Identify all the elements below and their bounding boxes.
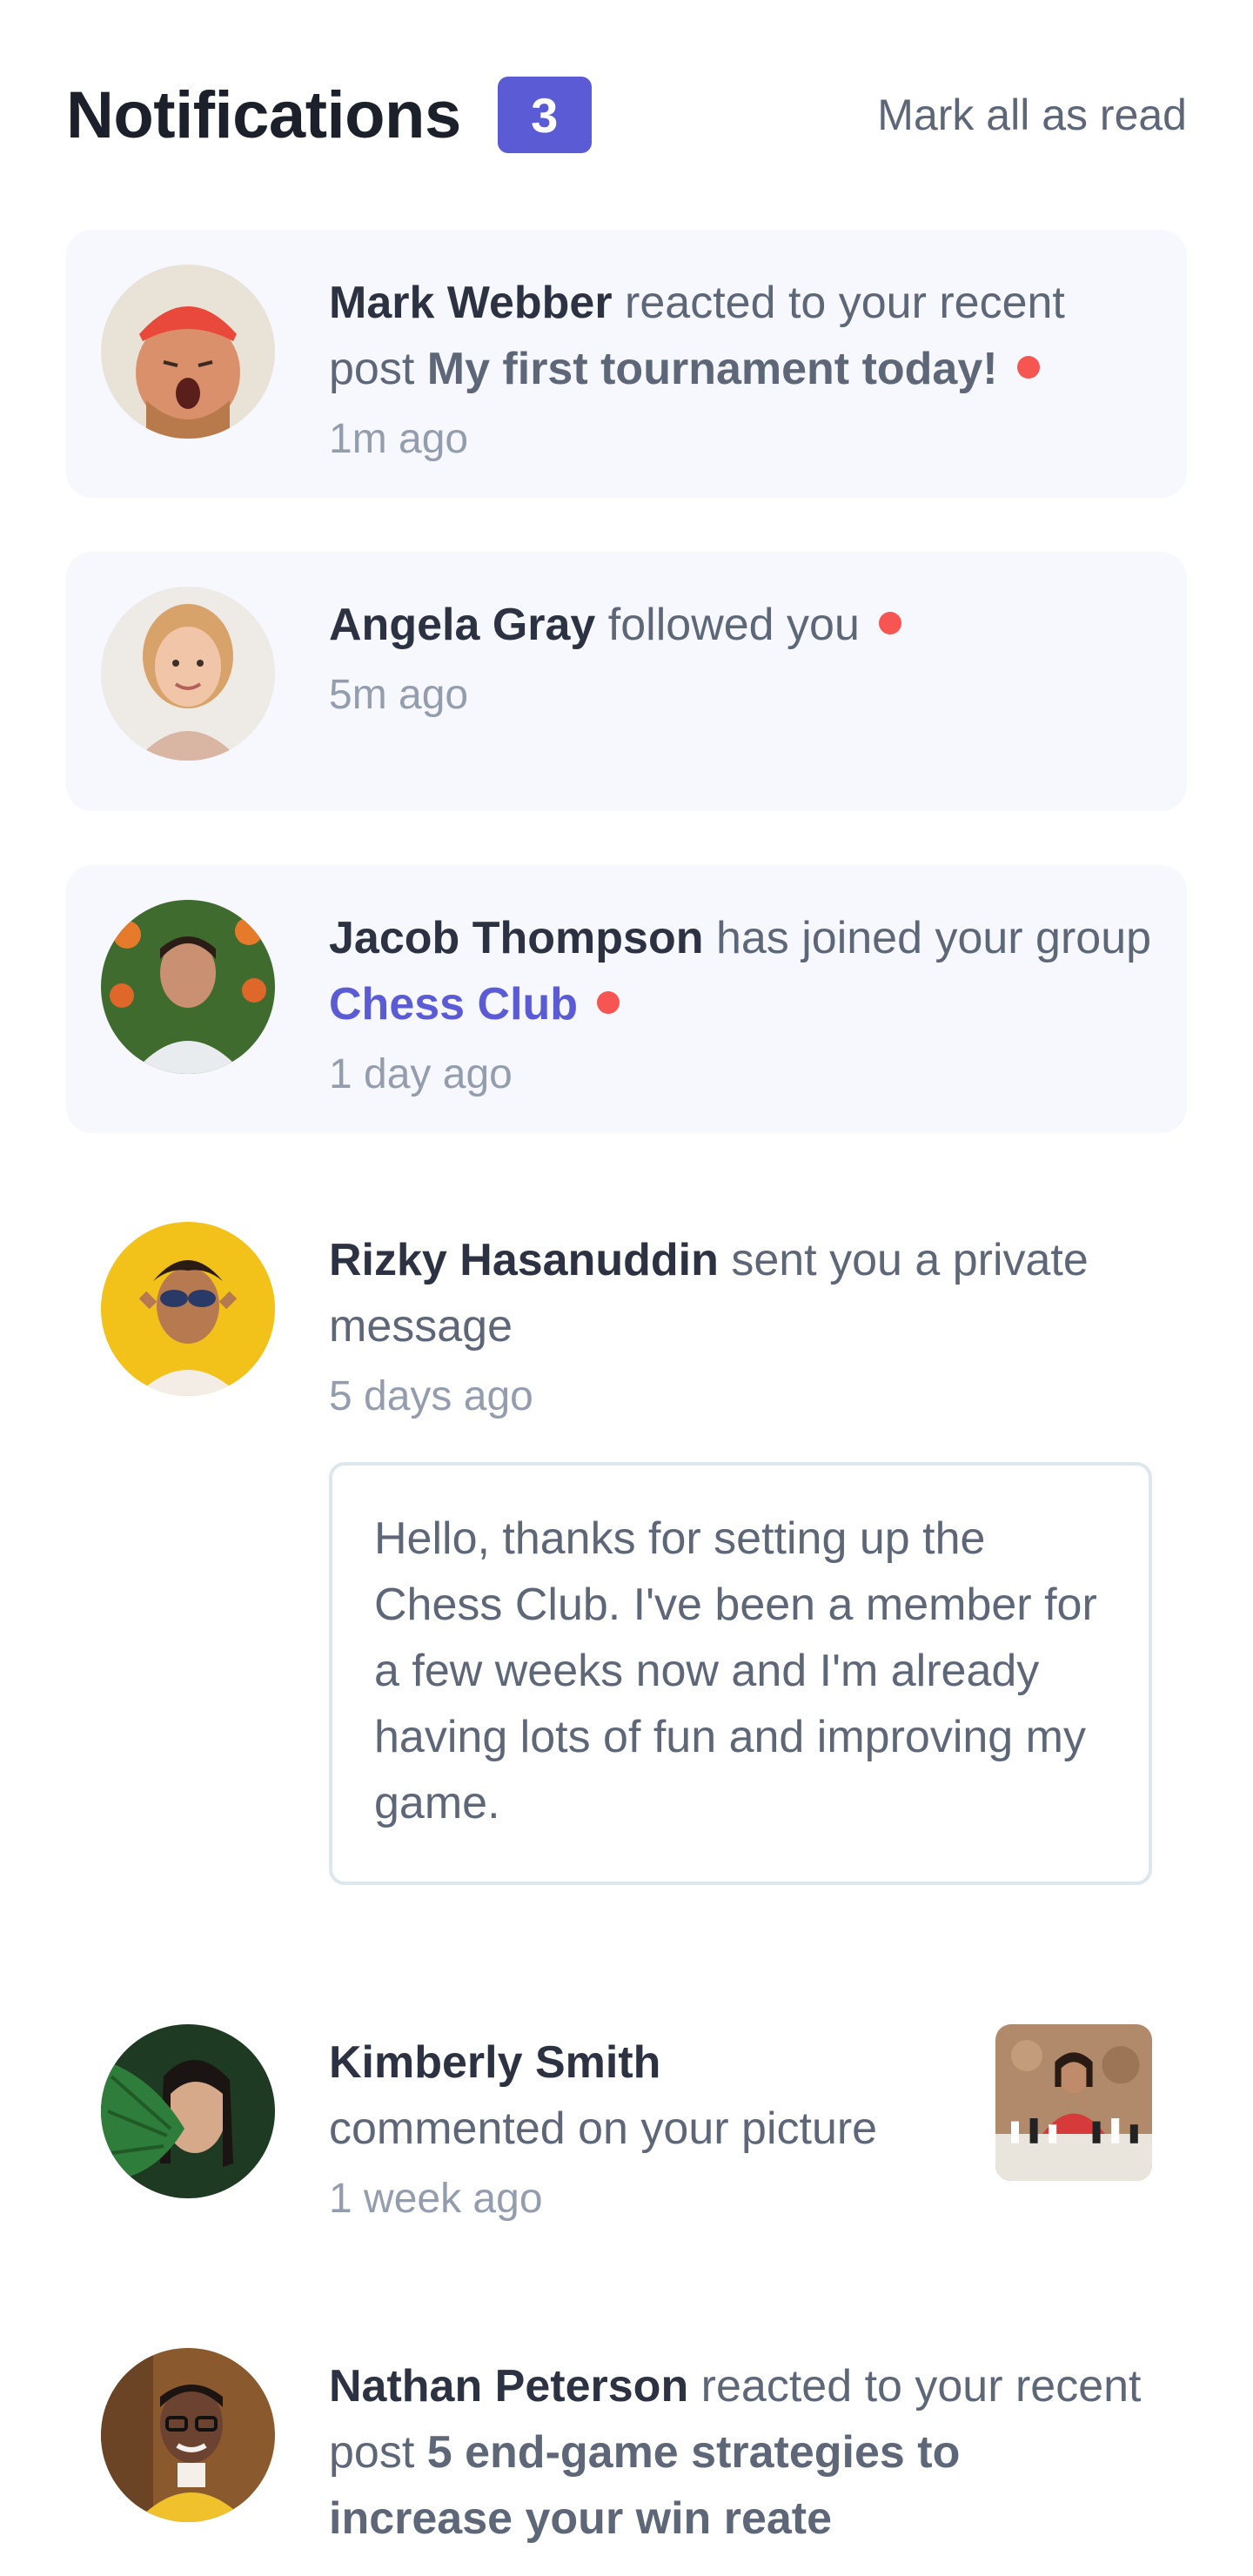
- group-link[interactable]: Chess Club: [329, 979, 578, 1030]
- notification-time: 1 day ago: [329, 1051, 513, 1097]
- header-title-group: Notifications 3: [66, 77, 592, 153]
- notification-item[interactable]: Angela Gray followed you 5m ago: [66, 552, 1187, 811]
- notification-text: Jacob Thompson has joined your group Che…: [329, 905, 1152, 1037]
- notification-item[interactable]: Rizky Hasanuddin sent you a private mess…: [66, 1187, 1187, 1935]
- notification-time: 5m ago: [329, 672, 469, 718]
- unread-dot-icon: [1016, 356, 1040, 379]
- notification-text: Mark Webber reacted to your recent post …: [329, 270, 1152, 402]
- notification-action: has joined your group: [715, 913, 1152, 963]
- notification-item[interactable]: Mark Webber reacted to your recent post …: [66, 230, 1187, 498]
- user-name-link[interactable]: Kimberly Smith: [329, 2037, 660, 2088]
- notification-time: 5 days ago: [329, 1373, 533, 1419]
- notification-text: Rizky Hasanuddin sent you a private mess…: [329, 1227, 1152, 1359]
- notification-time: 1m ago: [329, 416, 469, 462]
- notification-text: Nathan Peterson reacted to your recent p…: [329, 2353, 1152, 2552]
- avatar-kimberly-smith[interactable]: [101, 2024, 275, 2198]
- page-title: Notifications: [66, 77, 461, 152]
- unread-dot-icon: [597, 991, 620, 1014]
- user-name-link[interactable]: Angela Gray: [329, 600, 595, 650]
- user-name-link[interactable]: Mark Webber: [329, 278, 613, 328]
- avatar-mark-webber[interactable]: [101, 265, 275, 439]
- user-name-link[interactable]: Rizky Hasanuddin: [329, 1235, 719, 1285]
- avatar-jacob-thompson[interactable]: [101, 900, 275, 1074]
- user-name-link[interactable]: Nathan Peterson: [329, 2361, 688, 2412]
- user-name-link[interactable]: Jacob Thompson: [329, 913, 703, 963]
- notifications-panel: Notifications 3 Mark all as read Mark We…: [0, 0, 1253, 2576]
- avatar-nathan-peterson[interactable]: [101, 2348, 275, 2522]
- header: Notifications 3 Mark all as read: [66, 0, 1187, 230]
- post-link[interactable]: 5 end-game strategies to increase your w…: [329, 2427, 960, 2544]
- notification-action: commented on your picture: [329, 2103, 878, 2154]
- mark-all-as-read-button[interactable]: Mark all as read: [877, 90, 1187, 140]
- notification-item[interactable]: Jacob Thompson has joined your group Che…: [66, 865, 1187, 1133]
- notification-content: Angela Gray followed you 5m ago: [329, 587, 1152, 726]
- avatar-angela-gray[interactable]: [101, 587, 275, 761]
- notification-content: Jacob Thompson has joined your group Che…: [329, 900, 1152, 1105]
- private-message-preview[interactable]: Hello, thanks for setting up the Chess C…: [329, 1462, 1152, 1885]
- notification-item[interactable]: Kimberly Smith commented on your picture…: [66, 1989, 1187, 2259]
- unread-dot-icon: [878, 612, 901, 634]
- post-link[interactable]: My first tournament today!: [427, 344, 998, 394]
- notification-content: Rizky Hasanuddin sent you a private mess…: [329, 1222, 1152, 1885]
- avatar-rizky-hasanuddin[interactable]: [101, 1222, 275, 1396]
- chess-picture-thumbnail[interactable]: [995, 2024, 1152, 2181]
- notification-text: Angela Gray followed you: [329, 592, 1152, 658]
- notification-content: Mark Webber reacted to your recent post …: [329, 265, 1152, 470]
- unread-count-badge: 3: [497, 77, 592, 153]
- notification-action: followed you: [607, 600, 860, 650]
- notification-content: Nathan Peterson reacted to your recent p…: [329, 2348, 1152, 2552]
- notification-item[interactable]: Nathan Peterson reacted to your recent p…: [66, 2313, 1187, 2574]
